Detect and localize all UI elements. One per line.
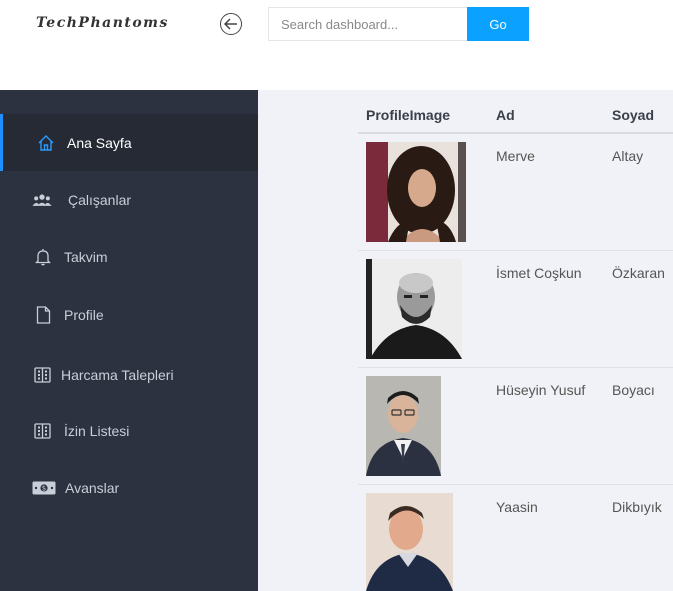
money-icon: $ <box>32 478 56 498</box>
file-icon <box>33 305 53 325</box>
users-icon <box>32 190 52 210</box>
search-input[interactable] <box>268 7 467 41</box>
arrow-left-icon <box>224 18 237 30</box>
cell-ad: Merve <box>496 148 535 164</box>
top-header: TechPhantoms Go <box>0 0 673 90</box>
sidebar-item-label: Avanslar <box>65 479 120 496</box>
sidebar-item-profile[interactable]: Profile <box>0 286 258 343</box>
cell-soyad: Dikbıyık <box>612 499 662 515</box>
sidebar-item-label: Harcama Talepleri <box>61 366 174 383</box>
table-row[interactable]: Yaasin Dikbıyık <box>358 485 673 591</box>
column-header-profile-image[interactable]: ProfileImage <box>366 107 450 123</box>
sidebar-item-label: Takvim <box>64 248 108 265</box>
table-row[interactable]: Merve Altay <box>358 134 673 251</box>
sidebar: Ana Sayfa Çalışanlar Takvim Profile Harc… <box>0 90 258 591</box>
column-header-soyad[interactable]: Soyad <box>612 107 654 123</box>
sidebar-item-label: Çalışanlar <box>68 191 132 208</box>
sidebar-item-ana-sayfa[interactable]: Ana Sayfa <box>0 114 258 171</box>
sidebar-item-takvim[interactable]: Takvim <box>0 228 258 285</box>
sidebar-item-calisanlar[interactable]: Çalışanlar <box>0 171 258 228</box>
sidebar-item-avanslar[interactable]: $ Avanslar <box>0 459 258 516</box>
profile-image <box>366 142 466 242</box>
main-content: ProfileImage Ad Soyad Merve Altay İsmet … <box>258 90 673 591</box>
sidebar-item-izin-listesi[interactable]: İzin Listesi <box>0 402 258 459</box>
sidebar-item-label: Profile <box>64 306 104 323</box>
go-button[interactable]: Go <box>467 7 529 41</box>
bell-icon <box>33 247 53 267</box>
profile-image <box>366 493 453 591</box>
list-icon <box>32 421 52 441</box>
sidebar-item-label: İzin Listesi <box>64 422 130 439</box>
table-row[interactable]: İsmet Coşkun Özkaran <box>358 251 673 368</box>
svg-text:$: $ <box>42 484 46 492</box>
cell-ad: Yaasin <box>496 499 538 515</box>
sidebar-item-label: Ana Sayfa <box>67 134 132 151</box>
cell-soyad: Boyacı <box>612 382 655 398</box>
cell-soyad: Altay <box>612 148 644 164</box>
cell-soyad: Özkaran <box>612 265 665 281</box>
column-header-ad[interactable]: Ad <box>496 107 515 123</box>
cell-ad: Hüseyin Yusuf <box>496 382 586 398</box>
profile-image <box>366 376 441 476</box>
table-row[interactable]: Hüseyin Yusuf Boyacı <box>358 368 673 485</box>
sidebar-item-harcama-talepleri[interactable]: Harcama Talepleri <box>0 346 258 403</box>
back-button[interactable] <box>220 13 242 35</box>
brand-logo[interactable]: TechPhantoms <box>36 15 169 31</box>
list-icon <box>32 365 52 385</box>
profile-image <box>366 259 462 359</box>
home-icon <box>36 133 56 153</box>
cell-ad: İsmet Coşkun <box>496 265 582 281</box>
